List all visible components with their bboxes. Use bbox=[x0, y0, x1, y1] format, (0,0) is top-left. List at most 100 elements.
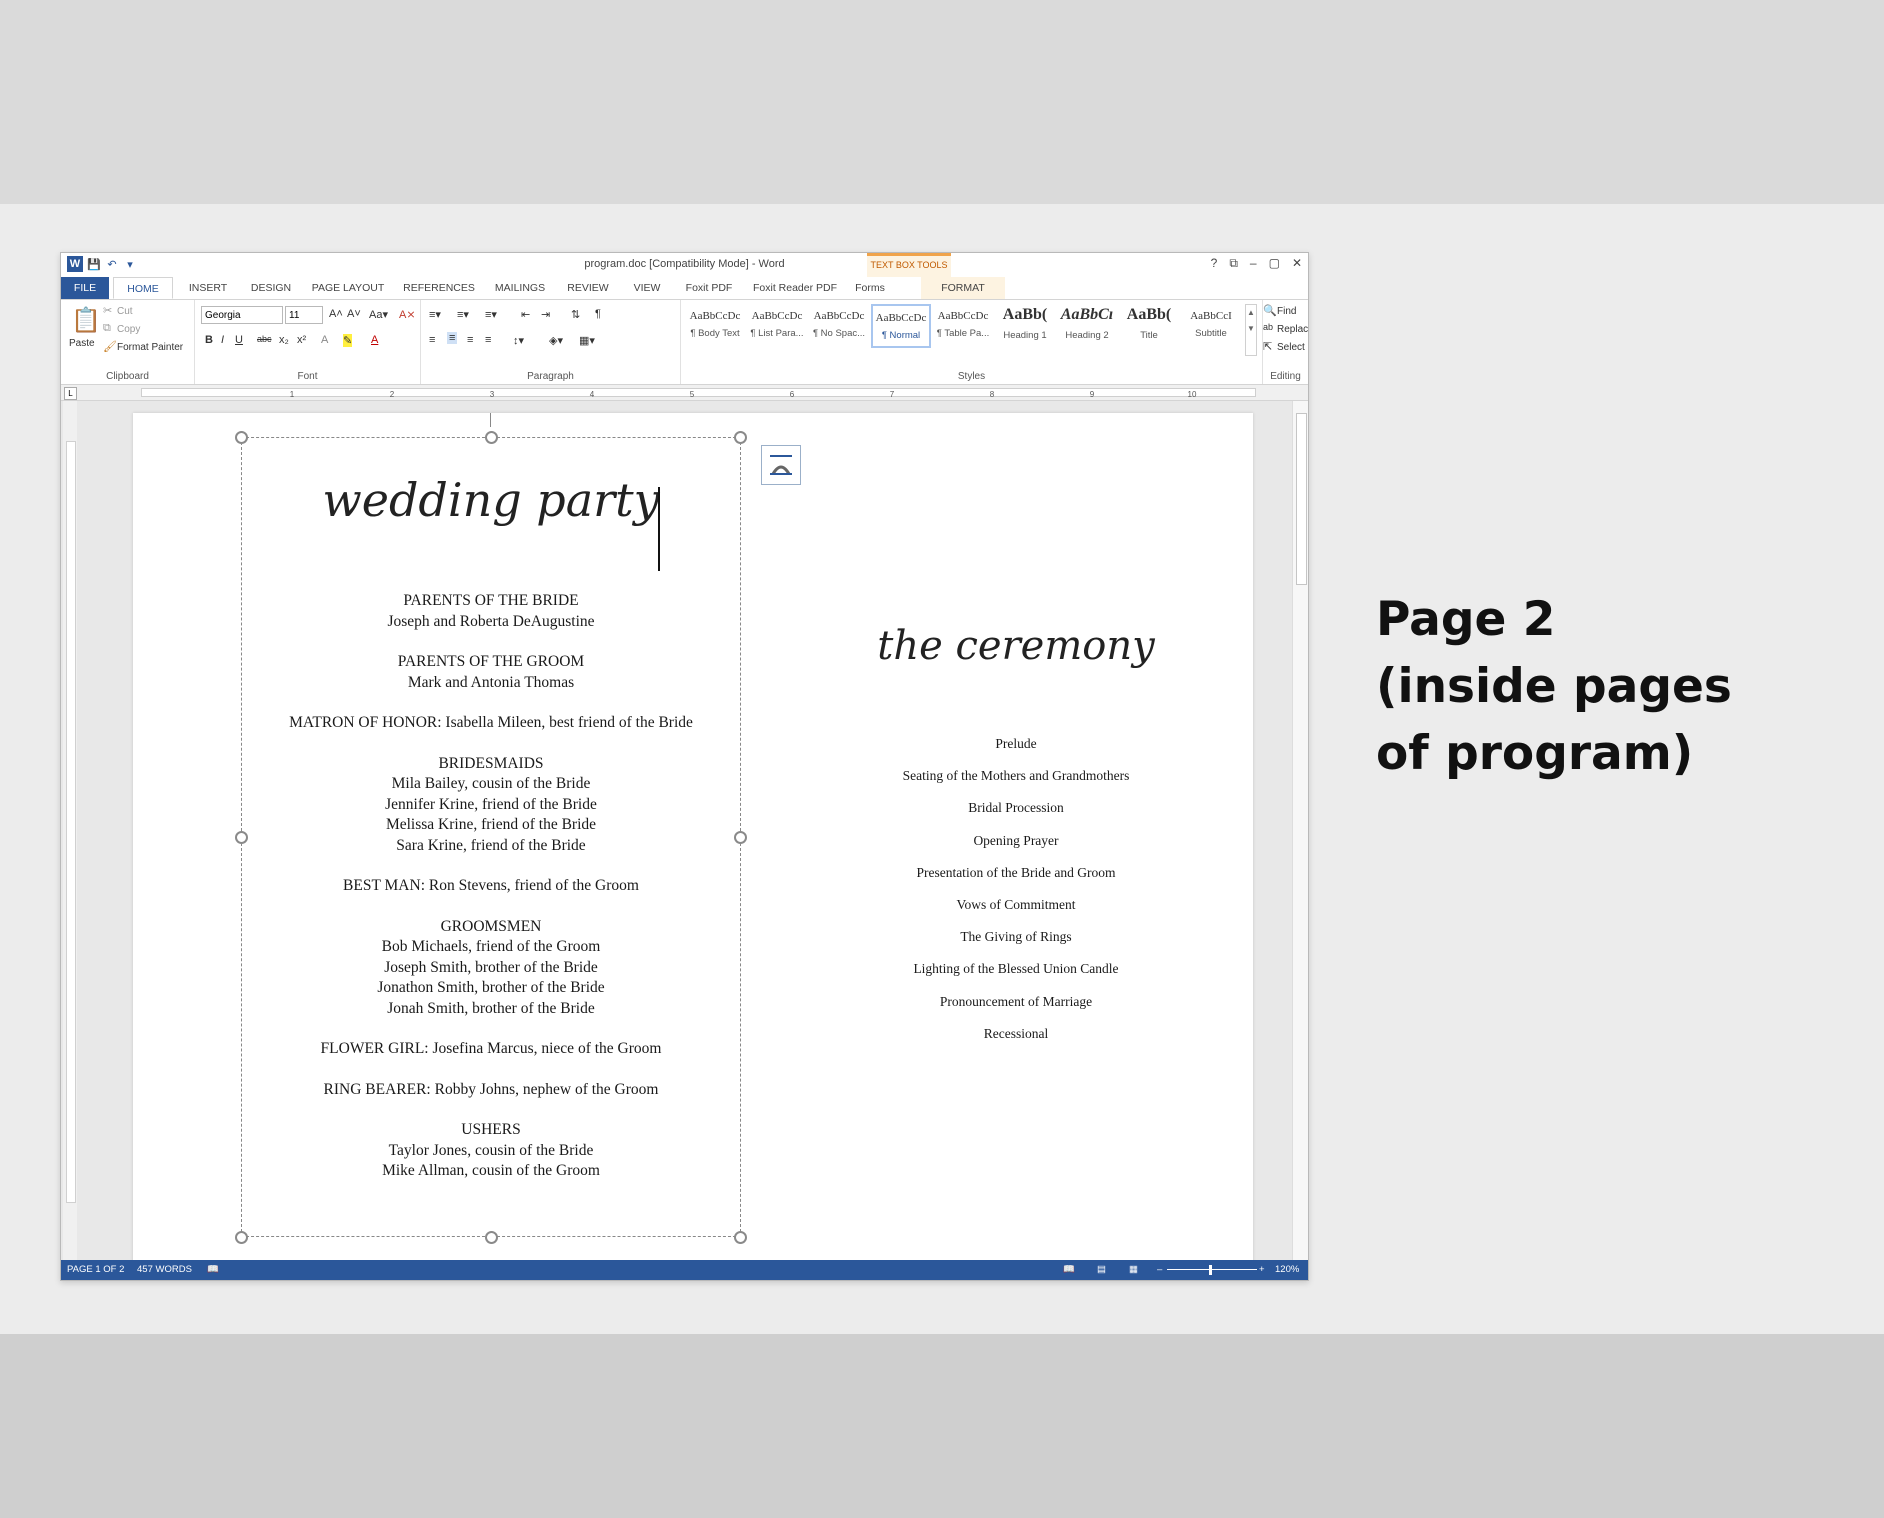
vertical-scrollbar[interactable] bbox=[1292, 401, 1308, 1260]
styles-gallery-scroll[interactable]: ▲ ▼ bbox=[1245, 304, 1257, 356]
word-count[interactable]: 457 WORDS bbox=[137, 1264, 192, 1275]
tab-mailings[interactable]: MAILINGS bbox=[485, 277, 555, 299]
style-sample: AaBbCcDc bbox=[875, 312, 927, 324]
format-painter-button[interactable]: Format Painter bbox=[117, 342, 183, 353]
tab-foxit-reader-pdf[interactable]: Foxit Reader PDF bbox=[745, 277, 845, 299]
grow-font-icon[interactable]: A˄ bbox=[329, 308, 343, 320]
highlight-icon[interactable]: ✎ bbox=[343, 334, 353, 347]
tab-design[interactable]: DESIGN bbox=[239, 277, 303, 299]
tab-forms[interactable]: Forms bbox=[845, 277, 895, 299]
help-button[interactable]: ? bbox=[1211, 256, 1218, 271]
scrollbar-thumb[interactable] bbox=[1296, 413, 1307, 585]
resize-handle[interactable] bbox=[734, 1231, 747, 1244]
clear-formatting-icon[interactable]: A⨯ bbox=[399, 308, 416, 321]
tab-file[interactable]: FILE bbox=[61, 277, 109, 299]
wedding-party-heading: wedding party bbox=[322, 473, 660, 527]
style-list-paragraph[interactable]: AaBbCcDc ¶ List Para... bbox=[747, 304, 807, 348]
align-left-icon[interactable]: ≡ bbox=[429, 334, 435, 346]
show-formatting-marks-icon[interactable]: ¶ bbox=[595, 308, 601, 320]
zoom-slider-thumb[interactable] bbox=[1209, 1265, 1212, 1275]
align-right-icon[interactable]: ≡ bbox=[467, 334, 473, 346]
select-button[interactable]: Select bbox=[1277, 342, 1305, 353]
ruler-number: 3 bbox=[489, 390, 495, 399]
subscript-icon[interactable]: x₂ bbox=[279, 334, 289, 346]
proofing-icon[interactable]: 📖 bbox=[207, 1264, 219, 1275]
find-button[interactable]: Find bbox=[1277, 306, 1296, 317]
replace-icon[interactable]: ab bbox=[1263, 322, 1273, 332]
document-page[interactable]: wedding party PARENTS OF THE BRIDE Josep… bbox=[133, 413, 1253, 1260]
resize-handle[interactable] bbox=[485, 431, 498, 444]
style-table-paragraph[interactable]: AaBbCcDc ¶ Table Pa... bbox=[933, 304, 993, 348]
font-color-icon[interactable]: A bbox=[371, 334, 378, 346]
style-heading-1[interactable]: AaBb(Heading 1 bbox=[995, 304, 1055, 348]
style-heading-2[interactable]: AaBbCı Heading 2 bbox=[1057, 304, 1117, 348]
resize-handle[interactable] bbox=[734, 431, 747, 444]
resize-handle[interactable] bbox=[485, 1231, 498, 1244]
align-center-icon[interactable]: ≡ bbox=[447, 332, 458, 344]
cut-button[interactable]: Cut bbox=[117, 306, 133, 317]
tab-page-layout[interactable]: PAGE LAYOUT bbox=[303, 277, 393, 299]
find-icon[interactable]: 🔍 bbox=[1263, 304, 1277, 317]
restore-button[interactable]: ▢ bbox=[1269, 256, 1280, 271]
change-case-icon[interactable]: Aa▾ bbox=[369, 308, 388, 321]
text-effects-icon[interactable]: A bbox=[321, 334, 328, 346]
zoom-in-button[interactable]: + bbox=[1259, 1264, 1265, 1275]
font-size-combo[interactable]: 11 bbox=[285, 306, 323, 324]
style-no-spacing[interactable]: AaBbCcDc ¶ No Spac... bbox=[809, 304, 869, 348]
zoom-level[interactable]: 120% bbox=[1275, 1264, 1299, 1275]
tab-review[interactable]: REVIEW bbox=[555, 277, 621, 299]
style-body-text[interactable]: AaBbCcDc ¶ Body Text bbox=[685, 304, 745, 348]
font-name-combo[interactable]: Georgia bbox=[201, 306, 283, 324]
increase-indent-icon[interactable]: ⇥ bbox=[541, 308, 550, 321]
style-sample: AaBbCcI bbox=[1190, 310, 1232, 322]
style-title[interactable]: AaBb(Title bbox=[1119, 304, 1179, 348]
tab-references[interactable]: REFERENCES bbox=[393, 277, 485, 299]
tab-view[interactable]: VIEW bbox=[621, 277, 673, 299]
print-layout-icon[interactable]: ▤ bbox=[1097, 1264, 1106, 1275]
numbering-icon[interactable]: ≡▾ bbox=[457, 308, 469, 321]
bold-icon[interactable]: B bbox=[205, 334, 213, 346]
select-icon[interactable]: ⇱ bbox=[1263, 340, 1272, 353]
italic-icon[interactable]: I bbox=[221, 334, 224, 346]
superscript-icon[interactable]: x² bbox=[297, 334, 306, 346]
tab-insert[interactable]: INSERT bbox=[177, 277, 239, 299]
page-count[interactable]: PAGE 1 OF 2 bbox=[67, 1264, 124, 1275]
layout-options-button[interactable] bbox=[761, 445, 801, 485]
decrease-indent-icon[interactable]: ⇤ bbox=[521, 308, 530, 321]
ribbon-display-options-button[interactable]: ⧉ bbox=[1229, 256, 1238, 271]
read-mode-icon[interactable]: 📖 bbox=[1063, 1264, 1075, 1275]
vertical-ruler[interactable] bbox=[63, 401, 77, 1260]
ribbon-tabs: FILE HOME INSERT DESIGN PAGE LAYOUT REFE… bbox=[61, 277, 1308, 299]
close-button[interactable]: ✕ bbox=[1292, 256, 1302, 271]
paste-icon[interactable]: 📋 bbox=[71, 306, 101, 335]
web-layout-icon[interactable]: ▦ bbox=[1129, 1264, 1138, 1275]
zoom-slider[interactable] bbox=[1167, 1269, 1257, 1270]
style-normal[interactable]: AaBbCcDc ¶ Normal bbox=[871, 304, 931, 348]
replace-button[interactable]: Replace bbox=[1277, 324, 1308, 335]
document-area[interactable]: wedding party PARENTS OF THE BRIDE Josep… bbox=[61, 401, 1308, 1260]
strikethrough-icon[interactable]: abc bbox=[257, 334, 272, 344]
justify-icon[interactable]: ≡ bbox=[485, 334, 491, 346]
line-spacing-icon[interactable]: ↕▾ bbox=[513, 334, 524, 347]
horizontal-ruler[interactable]: L 1 2 3 4 5 6 7 8 9 10 bbox=[61, 385, 1308, 401]
style-name: Subtitle bbox=[1195, 328, 1227, 339]
vertical-ruler-track bbox=[66, 441, 76, 1203]
resize-handle[interactable] bbox=[235, 1231, 248, 1244]
paste-button[interactable]: Paste bbox=[69, 338, 95, 349]
tab-home[interactable]: HOME bbox=[113, 277, 173, 299]
tab-selector[interactable]: L bbox=[64, 387, 77, 400]
bullets-icon[interactable]: ≡▾ bbox=[429, 308, 441, 321]
tab-format[interactable]: FORMAT bbox=[921, 277, 1005, 299]
resize-handle[interactable] bbox=[235, 431, 248, 444]
underline-icon[interactable]: U bbox=[235, 334, 243, 346]
borders-icon[interactable]: ▦▾ bbox=[579, 334, 595, 347]
style-subtitle[interactable]: AaBbCcI Subtitle bbox=[1181, 304, 1241, 348]
minimize-button[interactable]: – bbox=[1250, 256, 1257, 271]
shading-icon[interactable]: ◈▾ bbox=[549, 334, 563, 347]
multilevel-list-icon[interactable]: ≡▾ bbox=[485, 308, 497, 321]
sort-icon[interactable]: ⇅ bbox=[571, 308, 580, 321]
shrink-font-icon[interactable]: A˅ bbox=[347, 308, 361, 320]
tab-foxit-pdf[interactable]: Foxit PDF bbox=[673, 277, 745, 299]
copy-button[interactable]: Copy bbox=[117, 324, 140, 335]
zoom-out-button[interactable]: – bbox=[1157, 1264, 1162, 1275]
